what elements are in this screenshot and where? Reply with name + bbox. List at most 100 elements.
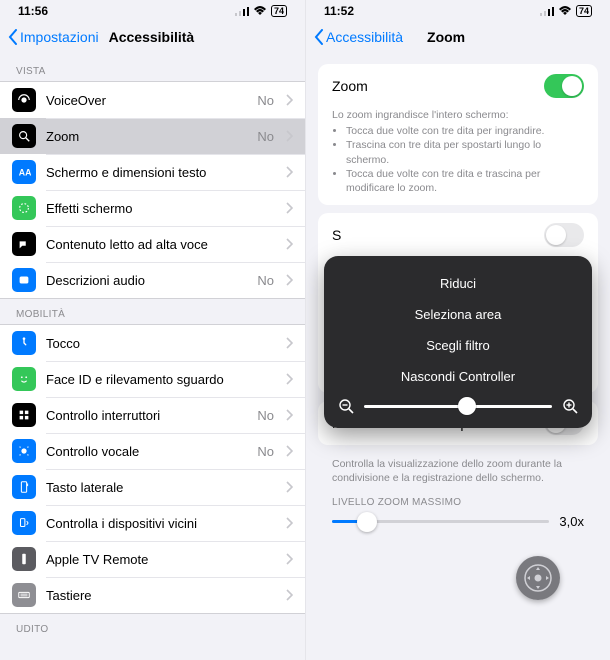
remote-icon bbox=[12, 547, 36, 571]
popover-zoom-slider[interactable] bbox=[338, 398, 578, 414]
chevron-right-icon bbox=[286, 166, 293, 178]
nav-header: Impostazioni Accessibilità bbox=[0, 22, 305, 56]
settings-scroll[interactable]: VISTA VoiceOver No Zoom No AA Schermo e … bbox=[0, 56, 305, 660]
chevron-right-icon bbox=[286, 589, 293, 601]
popover-slider-track[interactable] bbox=[364, 405, 552, 408]
hidden-toggle[interactable] bbox=[544, 223, 584, 247]
zoom-help-bullet: Trascina con tre dita per spostarti lung… bbox=[346, 138, 584, 166]
row-label: Effetti schermo bbox=[46, 201, 276, 216]
row-touch[interactable]: Tocco bbox=[0, 325, 305, 361]
row-nearby-devices[interactable]: Controlla i dispositivi vicini bbox=[0, 505, 305, 541]
cellular-icon bbox=[235, 6, 249, 16]
row-switch-control[interactable]: Controllo interruttori No bbox=[0, 397, 305, 433]
row-label: Apple TV Remote bbox=[46, 552, 276, 567]
chevron-right-icon bbox=[286, 445, 293, 457]
row-zoom-toggle[interactable]: Zoom bbox=[318, 64, 598, 108]
row-voiceover[interactable]: VoiceOver No bbox=[0, 82, 305, 118]
page-title: Zoom bbox=[427, 29, 465, 45]
max-zoom-header: LIVELLO ZOOM MASSIMO bbox=[306, 485, 610, 510]
row-label: Descrizioni audio bbox=[46, 273, 247, 288]
phone-zoom: 11:52 74 Accessibilità Zoom Zoom Lo zoom… bbox=[305, 0, 610, 660]
chevron-right-icon bbox=[286, 202, 293, 214]
chevron-right-icon bbox=[286, 373, 293, 385]
row-label: Zoom bbox=[46, 129, 247, 144]
wifi-icon bbox=[558, 6, 572, 16]
chevron-right-icon bbox=[286, 481, 293, 493]
zoom-in-icon[interactable] bbox=[562, 398, 578, 414]
zoom-toggle-label: Zoom bbox=[332, 78, 368, 94]
zoom-out-icon[interactable] bbox=[338, 398, 354, 414]
row-value: No bbox=[257, 444, 274, 459]
row-display-text[interactable]: AA Schermo e dimensioni testo bbox=[0, 154, 305, 190]
chevron-left-icon bbox=[8, 29, 18, 45]
card-zoom-toggle: Zoom Lo zoom ingrandisce l'intero scherm… bbox=[318, 64, 598, 205]
row-label: Controlla i dispositivi vicini bbox=[46, 516, 276, 531]
row-value: No bbox=[257, 273, 274, 288]
row-appletv-remote[interactable]: Apple TV Remote bbox=[0, 541, 305, 577]
status-time: 11:56 bbox=[18, 4, 48, 18]
section-header-mobility: MOBILITÀ bbox=[0, 299, 305, 324]
chevron-right-icon bbox=[286, 553, 293, 565]
row-value: No bbox=[257, 129, 274, 144]
popover-item-hide-controller[interactable]: Nascondi Controller bbox=[338, 361, 578, 392]
row-motion[interactable]: Effetti schermo bbox=[0, 190, 305, 226]
audio-desc-icon bbox=[12, 268, 36, 292]
touch-icon bbox=[12, 331, 36, 355]
voice-ctrl-icon bbox=[12, 439, 36, 463]
chevron-right-icon bbox=[286, 274, 293, 286]
popover-slider-knob[interactable] bbox=[458, 397, 476, 415]
row-keyboards[interactable]: Tastiere bbox=[0, 577, 305, 613]
row-label: Contenuto letto ad alta voce bbox=[46, 237, 276, 252]
max-zoom-value: 3,0x bbox=[559, 514, 584, 529]
chevron-right-icon bbox=[286, 238, 293, 250]
zoom-controller-button[interactable] bbox=[516, 556, 560, 600]
row-side-button[interactable]: Tasto laterale bbox=[0, 469, 305, 505]
popover-item-filter[interactable]: Scegli filtro bbox=[338, 330, 578, 361]
battery-icon: 74 bbox=[271, 5, 287, 17]
popover-item-reduce[interactable]: Riduci bbox=[338, 268, 578, 299]
back-label: Impostazioni bbox=[20, 29, 99, 45]
row-label: Schermo e dimensioni testo bbox=[46, 165, 276, 180]
nav-header: Accessibilità Zoom bbox=[306, 22, 610, 56]
row-label: Controllo vocale bbox=[46, 444, 247, 459]
row-spoken-content[interactable]: Contenuto letto ad alta voce bbox=[0, 226, 305, 262]
wifi-icon bbox=[253, 6, 267, 16]
zoom-controller-icon bbox=[523, 563, 553, 593]
row-label: Tastiere bbox=[46, 588, 276, 603]
phone-accessibility: 11:56 74 Impostazioni Accessibilità VIST… bbox=[0, 0, 305, 660]
slider-track[interactable] bbox=[332, 520, 549, 523]
row-hidden[interactable]: S bbox=[318, 213, 598, 257]
cellular-icon bbox=[540, 6, 554, 16]
zoom-help-text: Lo zoom ingrandisce l'intero schermo: To… bbox=[318, 108, 598, 205]
row-label: Tasto laterale bbox=[46, 480, 276, 495]
zoom-help-bullet: Tocca due volte con tre dita e trascina … bbox=[346, 167, 584, 195]
battery-icon: 74 bbox=[576, 5, 592, 17]
page-title: Accessibilità bbox=[109, 29, 195, 45]
hidden-label: S bbox=[332, 227, 341, 243]
section-header-hearing: UDITO bbox=[0, 614, 305, 639]
popover-item-select-area[interactable]: Seleziona area bbox=[338, 299, 578, 330]
zoom-icon bbox=[12, 124, 36, 148]
row-label: Tocco bbox=[46, 336, 276, 351]
side-btn-icon bbox=[12, 475, 36, 499]
row-voice-control[interactable]: Controllo vocale No bbox=[0, 433, 305, 469]
zoom-toggle[interactable] bbox=[544, 74, 584, 98]
chevron-right-icon bbox=[286, 409, 293, 421]
switch-icon bbox=[12, 403, 36, 427]
row-audio-descriptions[interactable]: Descrizioni audio No bbox=[0, 262, 305, 298]
group-vista: VoiceOver No Zoom No AA Schermo e dimens… bbox=[0, 81, 305, 299]
voiceover-icon bbox=[12, 88, 36, 112]
slider-knob[interactable] bbox=[357, 512, 377, 532]
row-label: VoiceOver bbox=[46, 93, 247, 108]
back-button[interactable]: Accessibilità bbox=[314, 29, 403, 45]
group-mobility: Tocco Face ID e rilevamento sguardo Cont… bbox=[0, 324, 305, 614]
row-faceid[interactable]: Face ID e rilevamento sguardo bbox=[0, 361, 305, 397]
row-value: No bbox=[257, 408, 274, 423]
row-value: No bbox=[257, 93, 274, 108]
max-zoom-slider[interactable]: 3,0x bbox=[306, 510, 610, 529]
chevron-left-icon bbox=[314, 29, 324, 45]
keyboard-icon bbox=[12, 583, 36, 607]
section-header-vista: VISTA bbox=[0, 56, 305, 81]
back-button[interactable]: Impostazioni bbox=[8, 29, 99, 45]
row-zoom[interactable]: Zoom No bbox=[0, 118, 305, 154]
